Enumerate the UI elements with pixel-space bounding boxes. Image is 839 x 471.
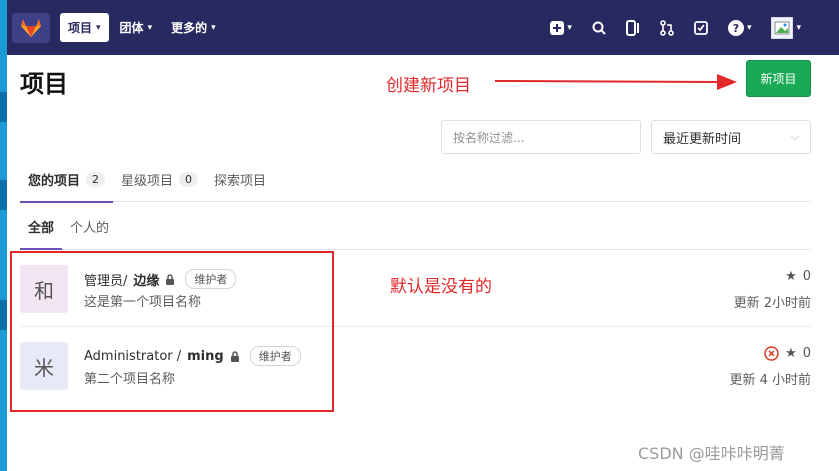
issues-icon [625, 19, 639, 36]
top-navbar: 项目 ▾ 团体 ▾ 更多的 ▾ ▾ ? ▾ ▾ [7, 0, 839, 55]
project-stats: ★ 0 [764, 346, 811, 361]
project-updated-time: 更新 4 小时前 [729, 373, 811, 388]
chevron-down-icon: ▾ [746, 22, 752, 33]
annotation-arrow-icon [495, 74, 737, 90]
project-stats: ★ 0 [785, 269, 811, 284]
subtab-label: 个人的 [70, 221, 110, 236]
subtab-personal[interactable]: 个人的 [62, 204, 117, 249]
filter-by-name-input[interactable]: 按名称过滤... [441, 120, 641, 154]
chevron-down-icon: ▾ [796, 22, 801, 33]
svg-text:?: ? [733, 22, 739, 35]
user-menu-button[interactable]: ▾ [771, 16, 801, 39]
help-button[interactable]: ? ▾ [727, 19, 752, 36]
todo-icon [694, 20, 708, 35]
project-filter-subtabs: 全部 个人的 [20, 204, 811, 250]
new-dropdown-button[interactable]: ▾ [550, 20, 572, 35]
star-icon: ★ [785, 346, 797, 361]
merge-request-icon [660, 19, 674, 36]
new-project-button[interactable]: 新项目 [746, 60, 811, 97]
chevron-down-icon: ▾ [211, 22, 216, 33]
star-count: 0 [802, 269, 811, 284]
chevron-down-icon: ▾ [567, 22, 572, 33]
tab-label: 探索项目 [214, 174, 267, 189]
chevron-down-icon: ▾ [147, 22, 153, 33]
desktop-icon-fragment [0, 300, 7, 330]
tab-label: 您的项目 [28, 174, 81, 189]
sort-selected-value: 最近更新时间 [663, 131, 742, 147]
user-avatar [771, 16, 794, 39]
page-title: 项目 [20, 70, 68, 98]
search-button[interactable] [592, 21, 606, 35]
project-updated-time: 更新 2小时前 [733, 296, 811, 311]
plus-icon [550, 20, 565, 35]
sort-dropdown[interactable]: 最近更新时间 ⌵ [651, 120, 811, 154]
annotation-default-label: 默认是没有的 [390, 277, 492, 297]
tab-starred-projects[interactable]: 星级项目 0 [113, 157, 206, 202]
subtab-label: 全部 [28, 221, 55, 236]
nav-more-label: 更多的 [171, 21, 208, 35]
count-badge: 0 [179, 172, 199, 187]
nav-projects-label: 项目 [68, 21, 93, 35]
project-scope-tabs: 您的项目 2 星级项目 0 探索项目 [20, 157, 811, 203]
tab-your-projects[interactable]: 您的项目 2 [20, 157, 114, 203]
annotation-highlight-box [10, 251, 334, 412]
subtab-all[interactable]: 全部 [20, 204, 63, 250]
filter-placeholder: 按名称过滤... [453, 130, 525, 145]
chevron-down-icon: ⌵ [790, 130, 799, 143]
issues-button[interactable] [625, 19, 640, 36]
pipeline-failed-icon[interactable] [764, 346, 779, 361]
watermark: CSDN @哇咔咔明菁 [638, 444, 785, 463]
merge-requests-button[interactable] [660, 19, 674, 36]
nav-groups-label: 团体 [119, 21, 144, 35]
nav-more-menu[interactable]: 更多的 ▾ [163, 13, 224, 42]
nav-groups-menu[interactable]: 团体 ▾ [112, 13, 161, 42]
todos-button[interactable] [694, 20, 708, 35]
star-count: 0 [802, 346, 811, 361]
desktop-background-strip [0, 0, 7, 471]
tab-explore-projects[interactable]: 探索项目 [206, 157, 274, 202]
broken-image-icon [774, 21, 790, 34]
desktop-icon-fragment [0, 92, 7, 122]
gitlab-fox-icon [21, 18, 41, 37]
gitlab-logo[interactable] [12, 12, 50, 43]
count-badge: 2 [86, 172, 106, 187]
star-icon: ★ [785, 269, 797, 284]
chevron-down-icon: ▾ [96, 22, 101, 33]
search-icon [592, 21, 606, 35]
tab-label: 星级项目 [121, 174, 174, 189]
annotation-create-label: 创建新项目 [386, 76, 471, 96]
nav-projects-menu[interactable]: 项目 ▾ [60, 13, 109, 42]
desktop-icon-fragment [0, 180, 7, 210]
help-icon: ? [727, 19, 744, 36]
